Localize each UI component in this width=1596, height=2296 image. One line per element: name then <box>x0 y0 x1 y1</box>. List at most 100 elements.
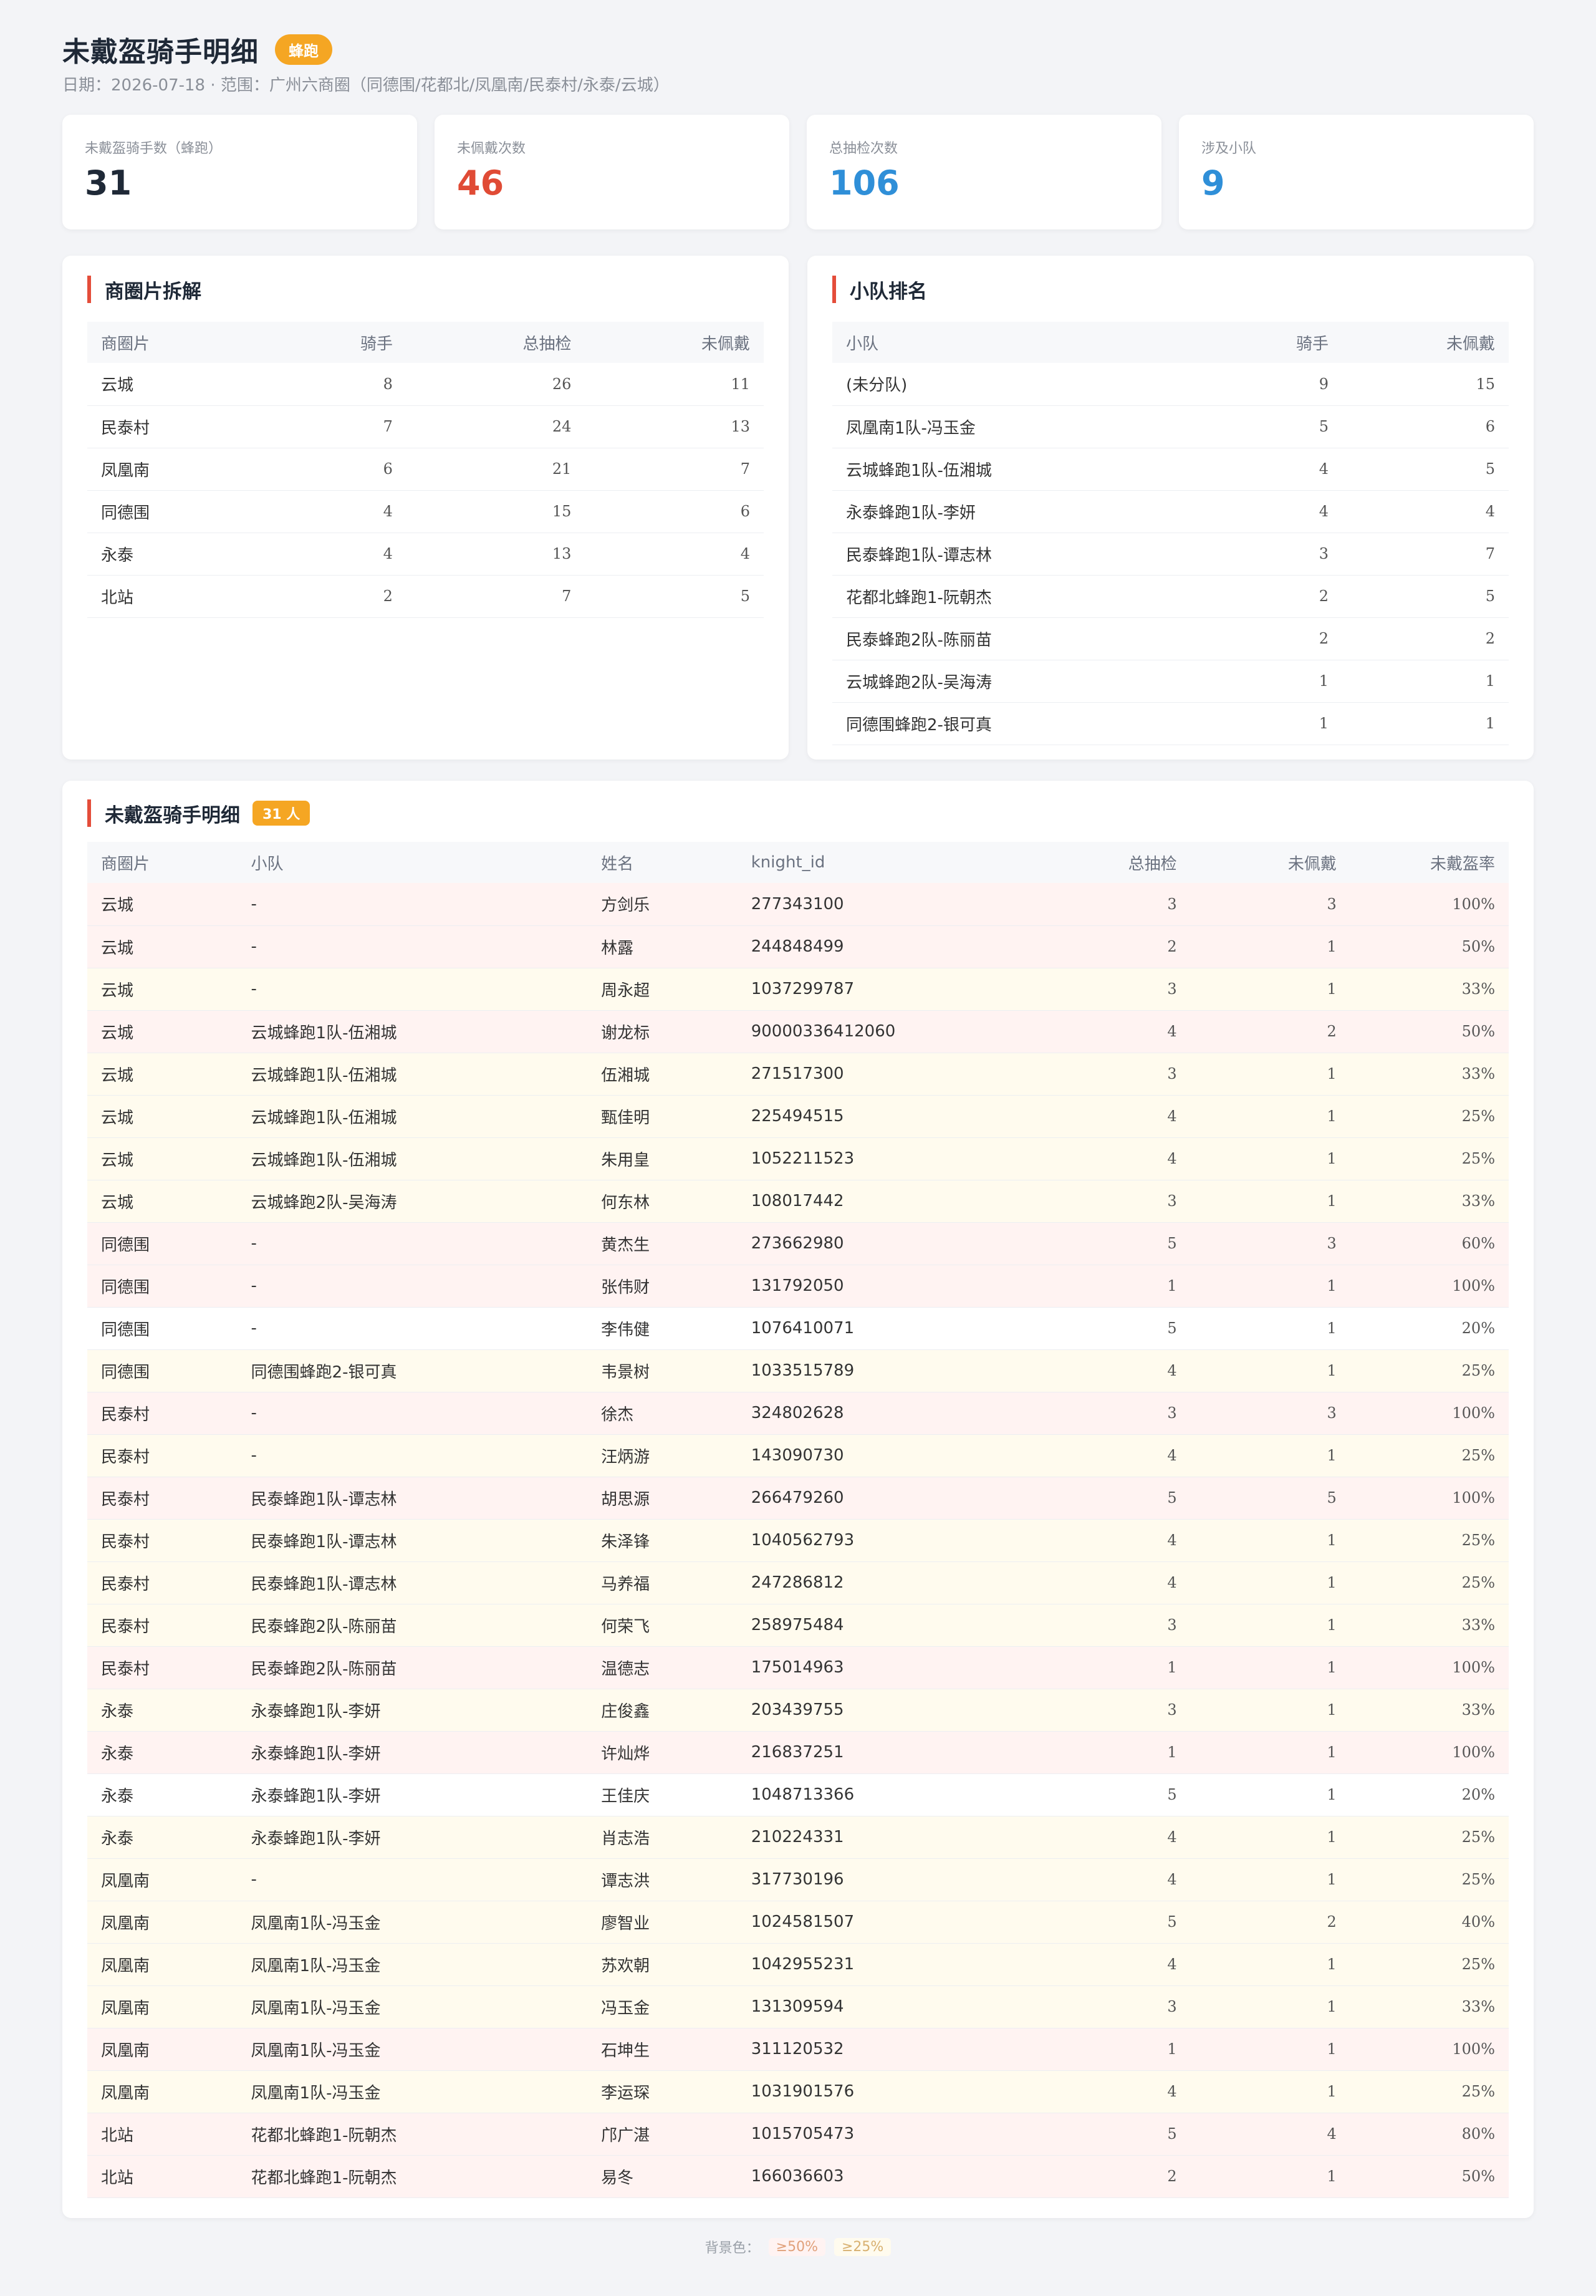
table-row[interactable]: 民泰村 民泰蜂跑1队-谭志林 朱泽锋 1040562793 4 1 25% <box>87 1519 1509 1562</box>
table-cell: 33% <box>1350 1053 1509 1096</box>
table-cell: 5 <box>1211 405 1343 448</box>
table-cell: 4 <box>1031 1349 1191 1392</box>
table-row[interactable]: 民泰村 7 24 13 <box>87 405 764 448</box>
table-cell: 凤凰南 <box>87 448 266 491</box>
table-row[interactable]: 同德围 - 黄杰生 273662980 5 3 60% <box>87 1222 1509 1265</box>
table-row[interactable]: 云城 - 林露 244848499 2 1 50% <box>87 925 1509 968</box>
table-cell: 3 <box>1031 1604 1191 1647</box>
table-row[interactable]: 凤凰南 6 21 7 <box>87 448 764 491</box>
table-cell: 25% <box>1350 1561 1509 1604</box>
column-header[interactable]: 未佩戴 <box>1342 322 1509 363</box>
table-row[interactable]: 云城 8 26 11 <box>87 363 764 406</box>
table-cell: 凤凰南 <box>87 1985 238 2028</box>
table-row[interactable]: 永泰蜂跑1队-李妍 4 4 <box>832 490 1509 533</box>
table-cell: 5 <box>1342 575 1509 618</box>
table-row[interactable]: 民泰蜂跑2队-陈丽苗 2 2 <box>832 617 1509 660</box>
stat-value: 106 <box>829 163 900 203</box>
table-row[interactable]: 民泰村 民泰蜂跑2队-陈丽苗 温德志 175014963 1 1 100% <box>87 1646 1509 1689</box>
table-cell: 4 <box>1031 2070 1191 2113</box>
column-header[interactable]: knight_id <box>737 842 1031 883</box>
table-cell: 4 <box>585 533 764 576</box>
table-cell: 33% <box>1350 1985 1509 2028</box>
table-row[interactable]: 永泰 4 13 4 <box>87 533 764 576</box>
table-cell: 凤凰南1队-冯玉金 <box>832 405 1212 448</box>
table-cell: 冯玉金 <box>587 1985 738 2028</box>
column-header[interactable]: 骑手 <box>266 322 406 363</box>
column-header[interactable]: 商圈片 <box>87 842 238 883</box>
column-header[interactable]: 未戴盔率 <box>1350 842 1509 883</box>
section-title: 商圈片拆解 <box>87 276 764 303</box>
table-cell: 4 <box>266 533 406 576</box>
table-cell: 永泰蜂跑1队-李妍 <box>832 490 1212 533</box>
table-row[interactable]: 民泰村 民泰蜂跑2队-陈丽苗 何荣飞 258975484 3 1 33% <box>87 1604 1509 1647</box>
area-breakdown-table: 商圈片 骑手 总抽检 未佩戴 云城 8 26 11 民泰村 7 24 13 凤凰南 6 21 7 同德围… <box>87 322 764 618</box>
table-row[interactable]: 凤凰南 凤凰南1队-冯玉金 石坤生 311120532 1 1 100% <box>87 2028 1509 2071</box>
column-header[interactable]: 未佩戴 <box>1190 842 1350 883</box>
team-ranking-body: (未分队) 9 15 凤凰南1队-冯玉金 5 6 云城蜂跑1队-伍湘城 4 5 永泰蜂跑1队-李妍… <box>832 363 1509 745</box>
table-cell: 民泰村 <box>87 1392 238 1435</box>
table-cell: 3 <box>1211 533 1343 576</box>
column-header[interactable]: 姓名 <box>587 842 738 883</box>
table-cell: 6 <box>585 490 764 533</box>
table-row[interactable]: 民泰村 - 汪炳游 143090730 4 1 25% <box>87 1434 1509 1477</box>
table-cell: 凤凰南 <box>87 1901 238 1944</box>
table-cell: 21 <box>406 448 585 491</box>
table-cell: 20% <box>1350 1773 1509 1816</box>
table-row[interactable]: 凤凰南 凤凰南1队-冯玉金 廖智业 1024581507 5 2 40% <box>87 1901 1509 1944</box>
table-cell: 1 <box>1031 1731 1191 1774</box>
column-header[interactable]: 小队 <box>832 322 1212 363</box>
table-cell: 273662980 <box>737 1222 1031 1265</box>
table-row[interactable]: 永泰 永泰蜂跑1队-李妍 肖志浩 210224331 4 1 25% <box>87 1816 1509 1859</box>
column-header[interactable]: 未佩戴 <box>585 322 764 363</box>
table-row[interactable]: 民泰村 - 徐杰 324802628 3 3 100% <box>87 1392 1509 1435</box>
table-row[interactable]: 云城 云城蜂跑1队-伍湘城 伍湘城 271517300 3 1 33% <box>87 1053 1509 1096</box>
rider-count-badge: 31 人 <box>252 801 310 826</box>
table-cell: 3 <box>1190 1222 1350 1265</box>
table-row[interactable]: 云城 云城蜂跑1队-伍湘城 朱用皇 1052211523 4 1 25% <box>87 1137 1509 1180</box>
table-row[interactable]: 北站 花都北蜂跑1-阮朝杰 邝广湛 1015705473 5 4 80% <box>87 2113 1509 2156</box>
table-row[interactable]: 云城 - 方剑乐 277343100 3 3 100% <box>87 883 1509 926</box>
table-row[interactable]: 同德围 - 张伟财 131792050 1 1 100% <box>87 1265 1509 1308</box>
table-row[interactable]: 永泰 永泰蜂跑1队-李妍 王佳庆 1048713366 5 1 20% <box>87 1773 1509 1816</box>
table-row[interactable]: 凤凰南 凤凰南1队-冯玉金 李运琛 1031901576 4 1 25% <box>87 2070 1509 2113</box>
table-row[interactable]: 凤凰南 凤凰南1队-冯玉金 苏欢朝 1042955231 4 1 25% <box>87 1943 1509 1986</box>
table-row[interactable]: 永泰 永泰蜂跑1队-李妍 庄俊鑫 203439755 3 1 33% <box>87 1689 1509 1732</box>
table-row[interactable]: 云城 云城蜂跑2队-吴海涛 何东林 108017442 3 1 33% <box>87 1180 1509 1223</box>
table-row[interactable]: 同德围蜂跑2-银可真 1 1 <box>832 702 1509 745</box>
table-row[interactable]: 民泰村 民泰蜂跑1队-谭志林 胡思源 266479260 5 5 100% <box>87 1477 1509 1520</box>
table-row[interactable]: 凤凰南1队-冯玉金 5 6 <box>832 405 1509 448</box>
table-row[interactable]: 同德围 4 15 6 <box>87 490 764 533</box>
table-row[interactable]: 云城 - 周永超 1037299787 3 1 33% <box>87 968 1509 1011</box>
table-row[interactable]: 凤凰南 凤凰南1队-冯玉金 冯玉金 131309594 3 1 33% <box>87 1985 1509 2028</box>
table-row[interactable]: 同德围 - 李伟健 1076410071 5 1 20% <box>87 1307 1509 1350</box>
table-row[interactable]: 云城蜂跑2队-吴海涛 1 1 <box>832 660 1509 703</box>
table-row[interactable]: 同德围 同德围蜂跑2-银可真 韦景树 1033515789 4 1 25% <box>87 1349 1509 1392</box>
table-row[interactable]: 凤凰南 - 谭志洪 317730196 4 1 25% <box>87 1858 1509 1901</box>
table-cell: 云城蜂跑1队-伍湘城 <box>237 1010 588 1053</box>
table-row[interactable]: 花都北蜂跑1-阮朝杰 2 5 <box>832 575 1509 618</box>
table-cell: 凤凰南 <box>87 2070 238 2113</box>
column-header[interactable]: 总抽检 <box>406 322 585 363</box>
table-cell: 271517300 <box>737 1053 1031 1096</box>
table-cell: 2 <box>1342 617 1509 660</box>
table-cell: 王佳庆 <box>587 1773 738 1816</box>
column-header[interactable]: 小队 <box>237 842 588 883</box>
table-cell: 1037299787 <box>737 968 1031 1011</box>
table-row[interactable]: 民泰村 民泰蜂跑1队-谭志林 马养福 247286812 4 1 25% <box>87 1561 1509 1604</box>
table-row[interactable]: 云城 云城蜂跑1队-伍湘城 甄佳明 225494515 4 1 25% <box>87 1095 1509 1138</box>
table-row[interactable]: 民泰蜂跑1队-谭志林 3 7 <box>832 533 1509 576</box>
column-header[interactable]: 商圈片 <box>87 322 266 363</box>
table-cell: 25% <box>1350 1816 1509 1859</box>
column-header[interactable]: 骑手 <box>1211 322 1343 363</box>
table-row[interactable]: 永泰 永泰蜂跑1队-李妍 许灿烨 216837251 1 1 100% <box>87 1731 1509 1774</box>
table-cell: 肖志浩 <box>587 1816 738 1859</box>
table-row[interactable]: 云城蜂跑1队-伍湘城 4 5 <box>832 448 1509 491</box>
table-cell: - <box>237 1307 588 1350</box>
column-header[interactable]: 总抽检 <box>1031 842 1191 883</box>
team-ranking-panel: 小队排名 小队 骑手 未佩戴 (未分队) 9 15 凤凰南1队-冯玉金 5 6 云城蜂跑1队… <box>807 256 1534 760</box>
table-row[interactable]: 北站 2 7 5 <box>87 575 764 618</box>
table-row[interactable]: 北站 花都北蜂跑1-阮朝杰 易冬 166036603 2 1 50% <box>87 2155 1509 2198</box>
table-row[interactable]: 云城 云城蜂跑1队-伍湘城 谢龙标 90000336412060 4 2 50% <box>87 1010 1509 1053</box>
stat-card-violations: 未佩戴次数 46 <box>435 115 789 229</box>
table-row[interactable]: (未分队) 9 15 <box>832 363 1509 406</box>
